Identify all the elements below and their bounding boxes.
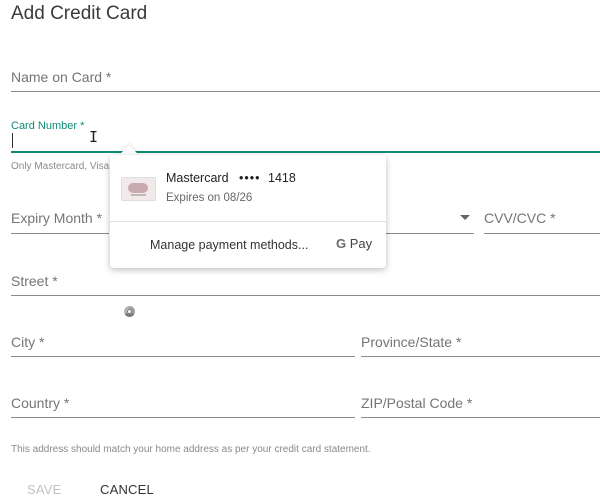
expiry-month-label: Expiry Month * [11, 210, 103, 226]
country-underline [11, 417, 355, 418]
card-number-hint: Only Mastercard, Visa [11, 161, 110, 172]
province-state-field[interactable]: Province/State * [361, 334, 461, 350]
country-label: Country * [11, 395, 70, 411]
page-title: Add Credit Card [11, 3, 148, 24]
expiry-year-underline [386, 233, 474, 234]
street-field[interactable]: Street * [11, 273, 58, 289]
card-expiry: Expires on 08/26 [166, 192, 253, 204]
google-pay-label: Pay [349, 236, 373, 251]
autofill-popup: Mastercard •••• 1418 Expires on 08/26 Ma… [110, 155, 386, 317]
chrome-icon [124, 306, 135, 317]
google-g-icon: G [336, 236, 347, 251]
name-on-card-field[interactable]: Name on Card * [11, 69, 111, 85]
province-state-underline [361, 356, 600, 357]
city-label: City * [11, 334, 45, 350]
cvv-label: CVV/CVC * [484, 210, 556, 226]
zip-postal-underline [361, 417, 600, 418]
city-field[interactable]: City * [11, 334, 44, 350]
province-state-label: Province/State * [361, 334, 462, 350]
saved-card-suggestion[interactable]: Mastercard •••• 1418 Expires on 08/26 [110, 155, 386, 221]
zip-postal-field[interactable]: ZIP/Postal Code * [361, 395, 472, 411]
card-number-input[interactable] [11, 128, 600, 152]
expiry-year-dropdown-arrow-icon[interactable] [460, 215, 470, 220]
cvv-underline [484, 233, 600, 234]
name-on-card-label: Name on Card * [11, 69, 112, 85]
street-label: Street * [11, 273, 58, 289]
cvv-field[interactable]: CVV/CVC * [484, 210, 556, 226]
save-button[interactable]: SAVE [27, 482, 62, 497]
card-last4: 1418 [268, 171, 296, 185]
cancel-button[interactable]: CANCEL [100, 482, 154, 497]
expiry-month-select[interactable]: Expiry Month * [11, 210, 102, 226]
card-brand: Mastercard [166, 171, 229, 185]
city-underline [11, 356, 355, 357]
expiry-month-underline [11, 233, 109, 234]
credit-card-icon [121, 177, 156, 201]
card-mask: •••• [239, 171, 261, 185]
manage-payment-methods-item[interactable]: Manage payment methods... G Pay [110, 222, 386, 317]
country-field[interactable]: Country * [11, 395, 69, 411]
street-underline [11, 295, 600, 296]
manage-payment-methods-label: Manage payment methods... [150, 238, 309, 252]
address-note: This address should match your home addr… [11, 444, 371, 455]
zip-postal-label: ZIP/Postal Code * [361, 395, 473, 411]
name-on-card-underline [11, 91, 600, 92]
card-number-underline [11, 151, 600, 153]
google-pay-logo: G Pay [336, 236, 372, 251]
